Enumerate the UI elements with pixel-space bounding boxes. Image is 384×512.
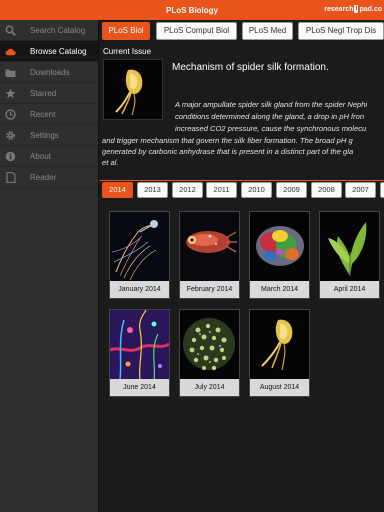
sidebar-item-label: Downloads <box>30 68 70 77</box>
brand-logo: research i pad.co <box>324 5 382 13</box>
sidebar-item-about[interactable]: About <box>0 146 98 167</box>
tab-plos-comput-biol[interactable]: PLoS Comput Biol <box>156 22 237 40</box>
sidebar-item-search-catalog[interactable]: Search Catalog <box>0 20 98 41</box>
abstract-line: et al. <box>102 158 119 167</box>
star-icon <box>5 88 16 99</box>
sidebar: Search Catalog Browse Catalog Downloads … <box>0 20 99 512</box>
year-tab-2008[interactable]: 2008 <box>311 182 342 198</box>
brand-text-mid: i <box>354 5 359 13</box>
issue-label: August 2014 <box>250 379 309 396</box>
issue-label: March 2014 <box>250 281 309 298</box>
year-tab-2012[interactable]: 2012 <box>172 182 203 198</box>
sidebar-item-settings[interactable]: Settings <box>0 125 98 146</box>
search-icon <box>5 25 16 36</box>
abstract-line: generated by carbonic anhydrase that is … <box>102 147 354 156</box>
main-content: PLoS Biol PLoS Comput Biol PLoS Med PLoS… <box>100 20 384 512</box>
issue-label: June 2014 <box>110 379 169 396</box>
sidebar-item-label: Recent <box>30 110 56 119</box>
year-tab-2010[interactable]: 2010 <box>241 182 272 198</box>
info-icon <box>5 151 16 162</box>
sidebar-item-label: Starred <box>30 89 57 98</box>
sidebar-item-label: Reader <box>30 173 57 182</box>
issue-tile-april-2014[interactable]: April 2014 <box>319 211 380 299</box>
sidebar-item-label: About <box>30 152 51 161</box>
brand-text-left: research <box>324 5 354 13</box>
abstract-line: increased CO2 pressure, cause the synchr… <box>175 124 367 133</box>
sidebar-item-recent[interactable]: Recent <box>0 104 98 125</box>
sidebar-item-reader[interactable]: Reader <box>0 167 98 188</box>
abstract-line: and trigger mechanism that govern the si… <box>102 136 353 145</box>
article-title[interactable]: Mechanism of spider silk formation. <box>172 62 329 73</box>
sidebar-item-downloads[interactable]: Downloads <box>0 62 98 83</box>
year-tab-2014[interactable]: 2014 <box>102 182 133 198</box>
sidebar-item-label: Settings <box>30 131 59 140</box>
sidebar-item-starred[interactable]: Starred <box>0 83 98 104</box>
tab-plos-biol[interactable]: PLoS Biol <box>102 22 150 40</box>
issue-label: February 2014 <box>180 281 239 298</box>
current-issue-label: Current Issue <box>103 47 152 56</box>
year-tab-2011[interactable]: 2011 <box>206 182 237 198</box>
current-issue-cover[interactable] <box>103 59 163 120</box>
sidebar-item-label: Search Catalog <box>30 26 86 35</box>
issue-tile-february-2014[interactable]: February 2014 <box>179 211 240 299</box>
title-bar: PLoS Biology research i pad.co <box>0 0 384 20</box>
folder-icon <box>5 67 16 78</box>
year-tab-2007[interactable]: 2007 <box>345 182 376 198</box>
document-icon <box>5 172 16 183</box>
issue-tile-june-2014[interactable]: June 2014 <box>109 309 170 397</box>
divider <box>100 180 384 181</box>
sidebar-item-label: Browse Catalog <box>30 47 87 56</box>
issue-label: January 2014 <box>110 281 169 298</box>
tab-plos-med[interactable]: PLoS Med <box>242 22 293 40</box>
brand-text-right: pad.co <box>359 5 382 13</box>
issue-tile-august-2014[interactable]: August 2014 <box>249 309 310 397</box>
issue-tile-july-2014[interactable]: July 2014 <box>179 309 240 397</box>
abstract-line: A major ampullate spider silk gland from… <box>175 100 368 109</box>
clock-icon <box>5 109 16 120</box>
issue-label: April 2014 <box>320 281 379 298</box>
year-tab-overflow[interactable] <box>380 182 384 198</box>
abstract-line: conditions determined along the gland, a… <box>175 112 365 121</box>
year-tab-2009[interactable]: 2009 <box>276 182 307 198</box>
year-tab-2013[interactable]: 2013 <box>137 182 168 198</box>
tab-plos-negl-trop-dis[interactable]: PLoS Negl Trop Dis <box>298 22 384 40</box>
issue-label: July 2014 <box>180 379 239 396</box>
cloud-icon <box>5 46 16 57</box>
issue-tile-january-2014[interactable]: January 2014 <box>109 211 170 299</box>
issue-tile-march-2014[interactable]: March 2014 <box>249 211 310 299</box>
sidebar-item-browse-catalog[interactable]: Browse Catalog <box>0 41 98 62</box>
gear-icon <box>5 130 16 141</box>
